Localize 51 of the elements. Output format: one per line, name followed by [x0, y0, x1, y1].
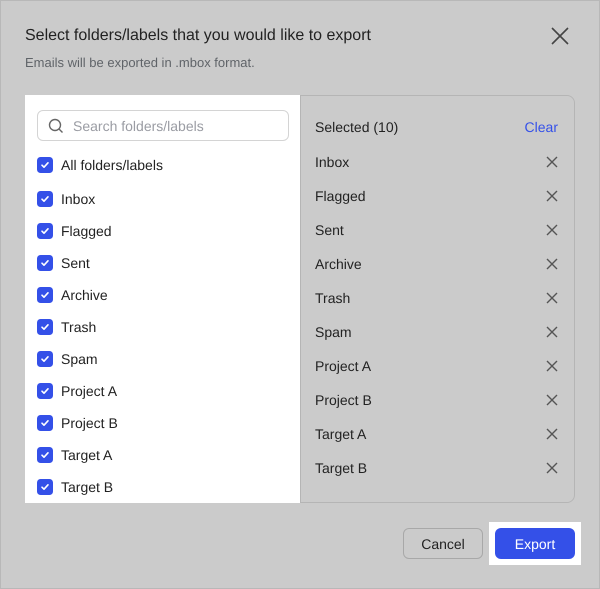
remove-icon[interactable]	[546, 190, 558, 202]
checkbox-label: Target A	[61, 447, 112, 463]
selected-item: Project B	[315, 392, 372, 408]
remove-icon[interactable]	[546, 258, 558, 270]
cancel-button[interactable]: Cancel	[403, 528, 483, 559]
selected-item: Archive	[315, 256, 362, 272]
checkbox[interactable]	[37, 255, 53, 271]
checkbox-label: Project B	[61, 415, 118, 431]
checkbox[interactable]	[37, 191, 53, 207]
selected-item: Target A	[315, 426, 366, 442]
selected-item: Flagged	[315, 188, 366, 204]
checkbox[interactable]	[37, 223, 53, 239]
remove-icon[interactable]	[546, 428, 558, 440]
remove-icon[interactable]	[546, 394, 558, 406]
export-button[interactable]: Export	[495, 528, 575, 559]
search-icon	[48, 118, 64, 134]
checkbox[interactable]	[37, 319, 53, 335]
checkbox-label: Target B	[61, 479, 114, 495]
checkbox-label: Project A	[61, 383, 118, 399]
checkbox[interactable]	[37, 157, 53, 173]
checkbox-label: All folders/labels	[61, 157, 163, 173]
remove-icon[interactable]	[546, 156, 558, 168]
remove-icon[interactable]	[546, 462, 558, 474]
checkbox-label: Archive	[61, 287, 108, 303]
search-field[interactable]: Search folders/labels	[37, 110, 289, 141]
checkbox[interactable]	[37, 447, 53, 463]
selected-item: Trash	[315, 290, 350, 306]
clear-link[interactable]: Clear	[524, 119, 558, 135]
remove-icon[interactable]	[546, 326, 558, 338]
selected-heading: Selected (10)	[315, 119, 398, 135]
checkbox-label: Trash	[61, 319, 96, 335]
checkbox[interactable]	[37, 415, 53, 431]
selected-item: Target B	[315, 460, 368, 476]
dialog-subtitle: Emails will be exported in .mbox format.	[25, 55, 256, 70]
remove-icon[interactable]	[546, 224, 558, 236]
checkbox-label: Inbox	[61, 191, 96, 207]
checkbox-label: Sent	[61, 255, 90, 271]
checkbox[interactable]	[37, 383, 53, 399]
checkbox[interactable]	[37, 351, 53, 367]
close-icon[interactable]	[549, 25, 571, 47]
remove-icon[interactable]	[546, 292, 558, 304]
selected-item: Sent	[315, 222, 344, 238]
remove-icon[interactable]	[546, 360, 558, 372]
selected-item: Spam	[315, 324, 352, 340]
checkbox[interactable]	[37, 287, 53, 303]
checkbox-label: Spam	[61, 351, 98, 367]
checkbox[interactable]	[37, 479, 53, 495]
dialog-title: Select folders/labels that you would like to export	[25, 27, 371, 45]
selected-item: Project A	[315, 358, 372, 374]
selected-item: Inbox	[315, 154, 350, 170]
checkbox-label: Flagged	[61, 223, 112, 239]
